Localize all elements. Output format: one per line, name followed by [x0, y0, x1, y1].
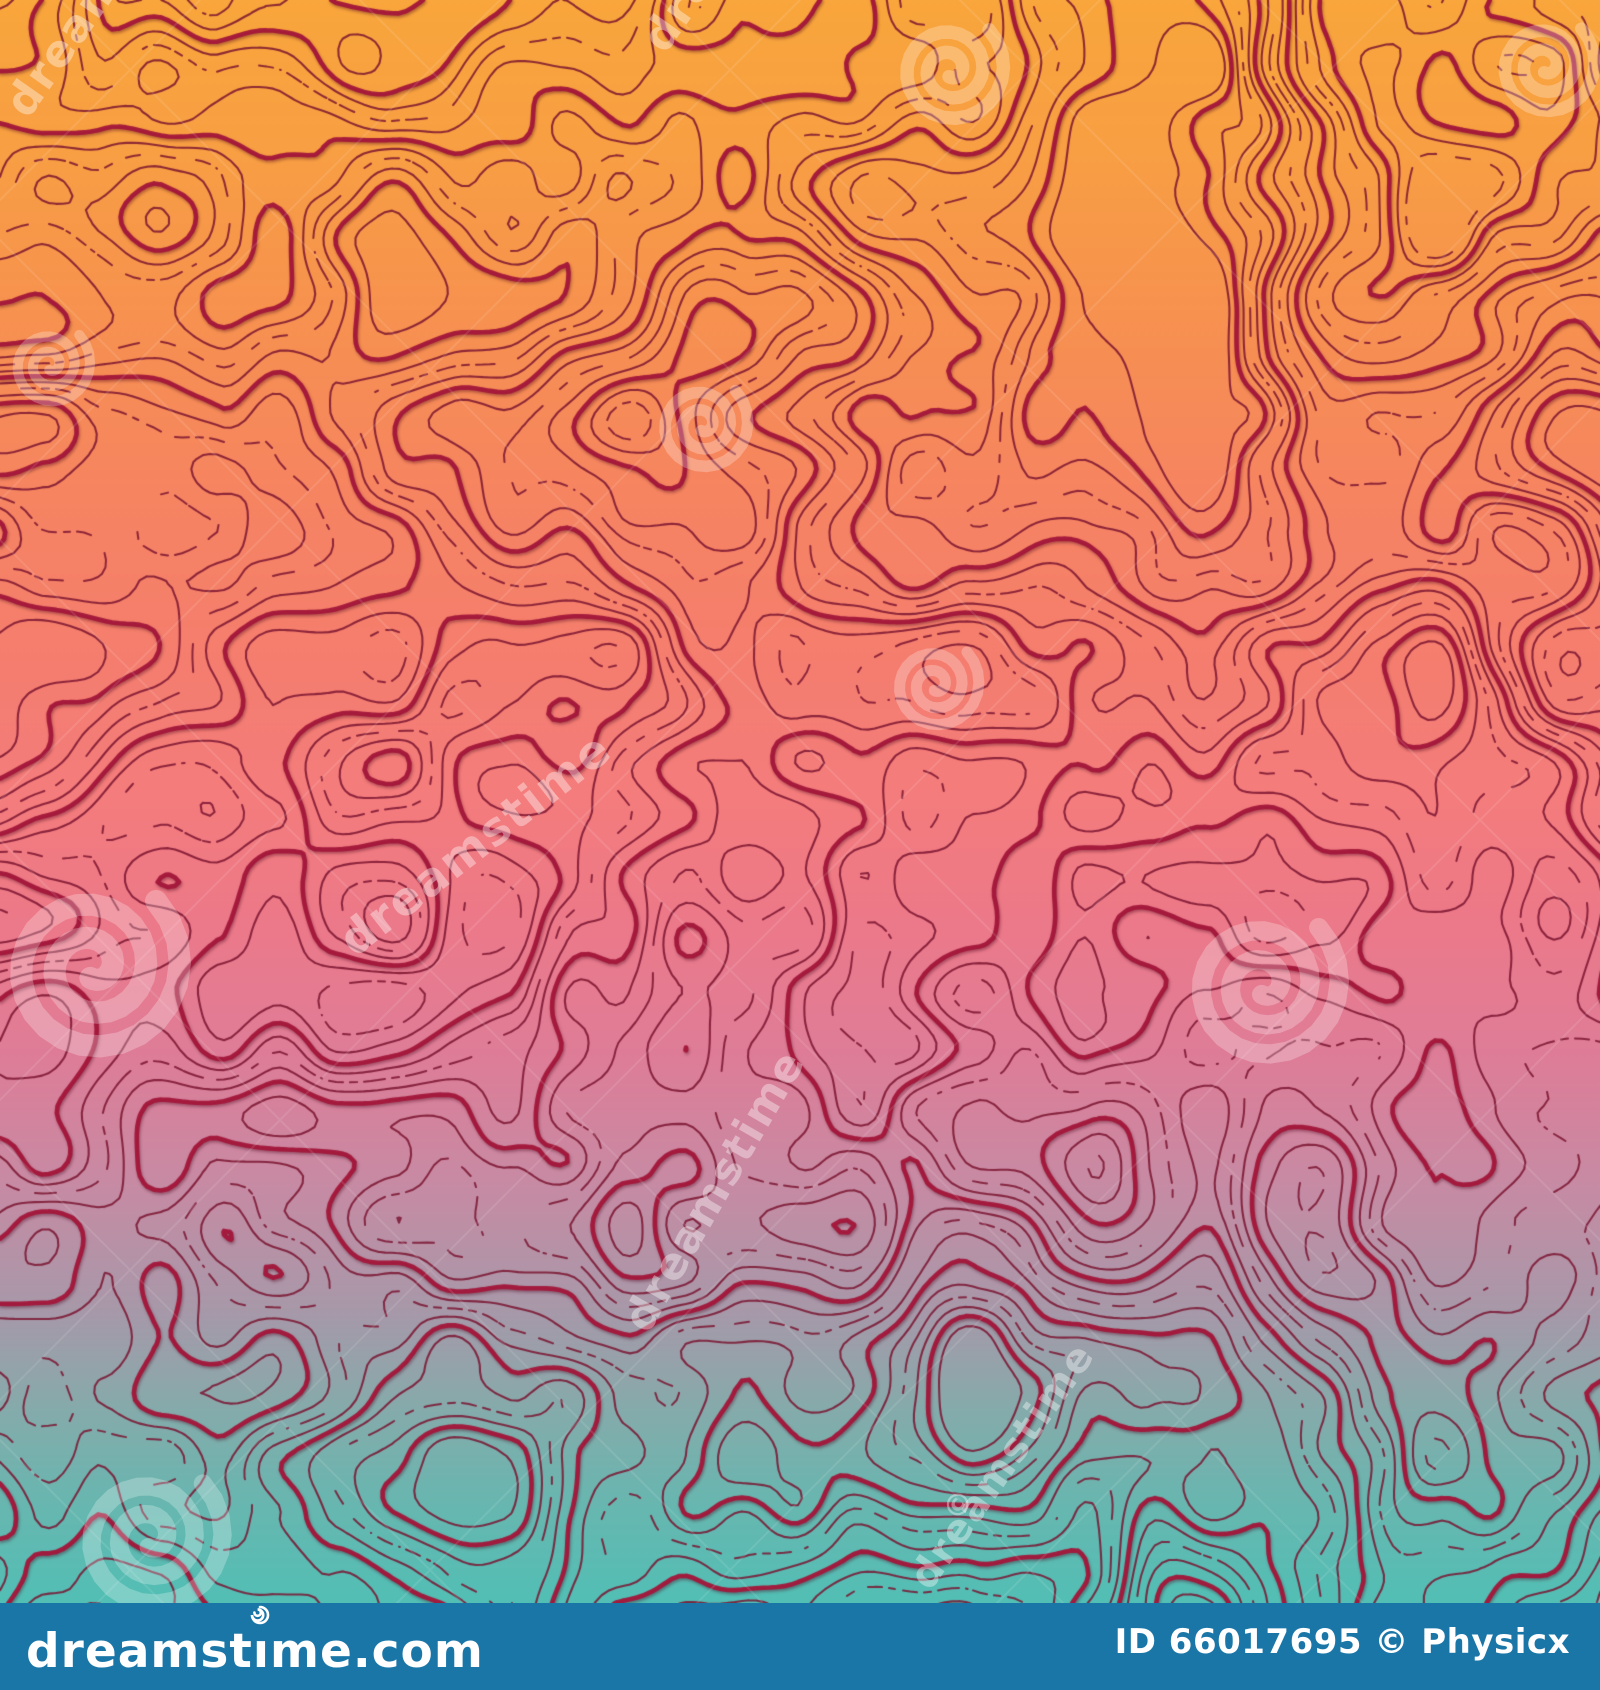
logo-spiral-icon [250, 1605, 270, 1625]
logo-text-pre: dreamst [26, 1624, 253, 1679]
topographic-pattern-canvas [0, 0, 1600, 1603]
logo-i-wrap: ı [250, 1605, 270, 1675]
dreamstime-logo[interactable]: dreamstı me.com [26, 1605, 484, 1675]
footer-bar: dreamstı me.com ID 66017695 © Physicx [0, 1603, 1600, 1690]
image-id-credit: ID 66017695 © Physicx [1114, 1621, 1570, 1662]
logo-text-post: me.com [269, 1624, 484, 1679]
logo-dotless-i: ı [252, 1624, 270, 1679]
watermarked-stock-image: dreamstimedreamstimedreamstimedreamstime… [0, 0, 1600, 1690]
